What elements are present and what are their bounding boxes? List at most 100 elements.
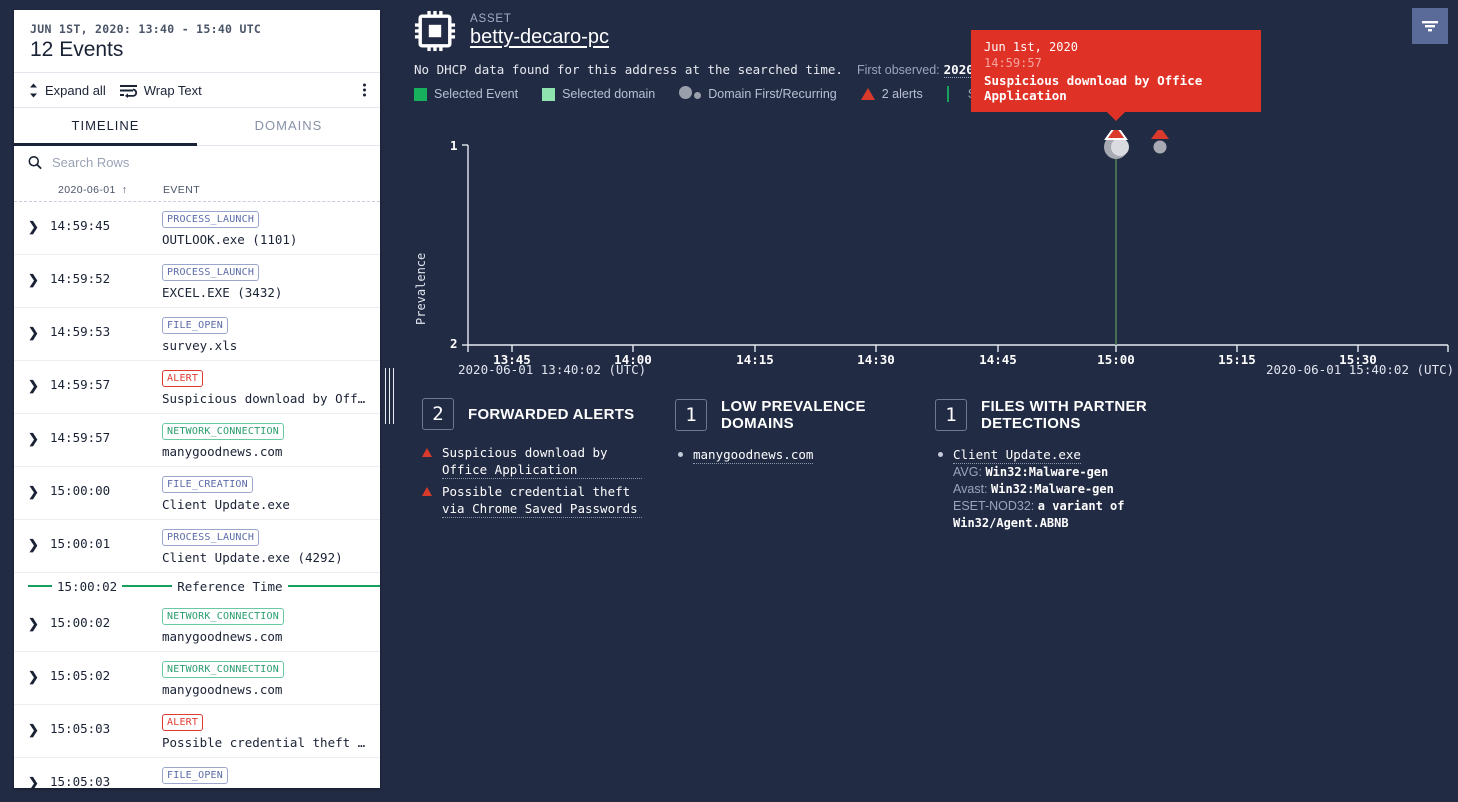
first-observed-label: First observed: [857,63,940,77]
alert-link[interactable]: Suspicious download by Office Applicatio… [442,444,642,479]
detection-verdict: Win32:Malware-gen [985,465,1108,479]
table-row[interactable]: ❯14:59:45PROCESS_LAUNCHOUTLOOK.exe (1101… [14,202,380,255]
table-row[interactable]: ❯15:05:03ALERTPossible credential theft … [14,705,380,758]
list-item[interactable]: Possible credential theft via Chrome Sav… [422,483,672,518]
expand-row-chevron-icon[interactable]: ❯ [28,712,50,738]
event-time: 15:00:01 [50,527,162,551]
search-input[interactable] [50,154,366,171]
low-prevalence-domains-title: LOW PREVALENCE DOMAINS [721,398,911,432]
expand-row-chevron-icon[interactable]: ❯ [28,209,50,235]
chart-ytick-1: 1 [450,138,458,153]
sort-arrow-icon[interactable]: ↑ [122,184,128,196]
expand-row-chevron-icon[interactable]: ❯ [28,262,50,288]
legend-selected-event-label: Selected Event [434,87,518,101]
bullet-dot-icon [938,452,943,457]
event-type-badge: ALERT [162,714,203,731]
tab-timeline[interactable]: TIMELINE [14,108,197,146]
table-row[interactable]: ❯15:00:00FILE_CREATIONClient Update.exe [14,467,380,520]
alert-triangle-icon [422,487,432,496]
chart-xtick-3: 14:30 [857,352,895,367]
event-type-badge: FILE_CREATION [162,476,253,493]
card-low-prevalence-domains: 1 LOW PREVALENCE DOMAINS manygoodnews.co… [675,398,925,468]
event-type-badge: PROCESS_LAUNCH [162,211,259,228]
card-forwarded-alerts: 2 FORWARDED ALERTS Suspicious download b… [422,398,672,522]
table-row[interactable]: ❯15:05:03FILE_OPENLogin Data [14,758,380,788]
event-description: Client Update.exe [162,497,370,512]
expand-row-chevron-icon[interactable]: ❯ [28,474,50,500]
table-row[interactable]: ❯14:59:57ALERTSuspicious download by Off… [14,361,380,414]
expand-row-chevron-icon[interactable]: ❯ [28,606,50,632]
legend-selected-event: Selected Event [414,87,518,101]
cpu-chip-icon [414,10,456,52]
tab-domains[interactable]: DOMAINS [197,108,380,146]
column-event-label: EVENT [163,184,200,196]
event-description: survey.xls [162,338,370,353]
table-row[interactable]: ❯14:59:57NETWORK_CONNECTIONmanygoodnews.… [14,414,380,467]
domain-link[interactable]: manygoodnews.com [693,446,813,464]
search-rows-container [14,146,380,178]
asset-type-label: ASSET [470,13,609,25]
dhcp-message: No DHCP data found for this address at t… [414,62,843,77]
date-range-label: JUN 1ST, 2020: 13:40 - 15:40 UTC [30,22,364,36]
list-item[interactable]: Suspicious download by Office Applicatio… [422,444,672,479]
expand-row-chevron-icon[interactable]: ❯ [28,659,50,685]
wrap-text-button[interactable]: Wrap Text [120,83,202,98]
expand-row-chevron-icon[interactable]: ❯ [28,315,50,341]
event-time: 15:05:02 [50,659,162,683]
alert-link[interactable]: Possible credential theft via Chrome Sav… [442,483,642,518]
forwarded-alerts-list: Suspicious download by Office Applicatio… [422,444,672,518]
column-date-label: 2020-06-01 [58,184,116,196]
event-time: 14:59:57 [50,368,162,392]
prevalence-timeline-chart[interactable]: Prevalence 1 2 13:45 14:00 14:15 [400,130,1458,380]
legend-domain-first-recurring-label: Domain First/Recurring [708,87,837,101]
card-files-with-partner-detections: 1 FILES WITH PARTNER DETECTIONS Client U… [935,398,1235,536]
chart-xtick-6: 15:15 [1218,352,1256,367]
expand-row-chevron-icon[interactable]: ❯ [28,421,50,447]
forwarded-alerts-title: FORWARDED ALERTS [468,406,634,423]
list-item[interactable]: manygoodnews.com [675,446,925,464]
expand-row-chevron-icon[interactable]: ❯ [28,368,50,394]
table-row[interactable]: ❯15:05:02NETWORK_CONNECTIONmanygoodnews.… [14,652,380,705]
alert-tooltip: Jun 1st, 2020 14:59:57 Suspicious downlo… [971,30,1261,112]
chart-axes [400,130,1458,380]
tooltip-date: Jun 1st, 2020 [984,40,1249,54]
filter-button[interactable] [1412,8,1448,44]
list-item[interactable]: Client Update.exe AVG: Win32:Malware-gen… [935,446,1235,532]
expand-row-chevron-icon[interactable]: ❯ [28,527,50,553]
expand-all-label: Expand all [45,83,106,98]
selected-domain-swatch [542,88,555,101]
event-description: manygoodnews.com [162,444,370,459]
table-row[interactable]: ❯15:00:01PROCESS_LAUNCHClient Update.exe… [14,520,380,573]
forwarded-alerts-count: 2 [422,398,454,430]
chart-xtick-4: 14:45 [979,352,1017,367]
event-time: 15:05:03 [50,765,162,788]
panel-resize-handle[interactable] [384,368,395,424]
events-list[interactable]: ❯14:59:45PROCESS_LAUNCHOUTLOOK.exe (1101… [14,202,380,788]
file-link[interactable]: Client Update.exe [953,446,1081,464]
bullet-dot-icon [678,452,683,457]
chart-xtick-5: 15:00 [1097,352,1135,367]
table-row[interactable]: ❯14:59:53FILE_OPENsurvey.xls [14,308,380,361]
filter-icon [1420,18,1440,34]
event-type-badge: NETWORK_CONNECTION [162,608,284,625]
wrap-text-label: Wrap Text [144,83,202,98]
event-type-badge: FILE_OPEN [162,317,228,334]
alert-triangle-icon [422,448,432,457]
detection-row: ESET-NOD32: a variant of [953,498,1124,515]
kebab-menu-icon[interactable] [363,84,366,97]
table-row[interactable]: ❯14:59:52PROCESS_LAUNCHEXCEL.EXE (3432) [14,255,380,308]
events-panel-header: JUN 1ST, 2020: 13:40 - 15:40 UTC 12 Even… [14,10,380,72]
event-type-badge: FILE_OPEN [162,767,228,784]
event-description: EXCEL.EXE (3432) [162,285,370,300]
expand-row-chevron-icon[interactable]: ❯ [28,765,50,788]
expand-all-button[interactable]: Expand all [28,83,106,98]
event-type-badge: ALERT [162,370,203,387]
legend-selected-domain-label: Selected domain [562,87,655,101]
event-time: 15:00:02 [50,606,162,630]
chart-start-caption: 2020-06-01 13:40:02 (UTC) [458,362,646,377]
searched-time-marker-icon [947,86,949,102]
asset-name-link[interactable]: betty-decaro-pc [470,26,609,49]
partner-detections-title: FILES WITH PARTNER DETECTIONS [981,398,1196,432]
table-row[interactable]: ❯15:00:02NETWORK_CONNECTIONmanygoodnews.… [14,599,380,652]
chart-legend: Selected Event Selected domain Domain Fi… [400,78,1458,102]
